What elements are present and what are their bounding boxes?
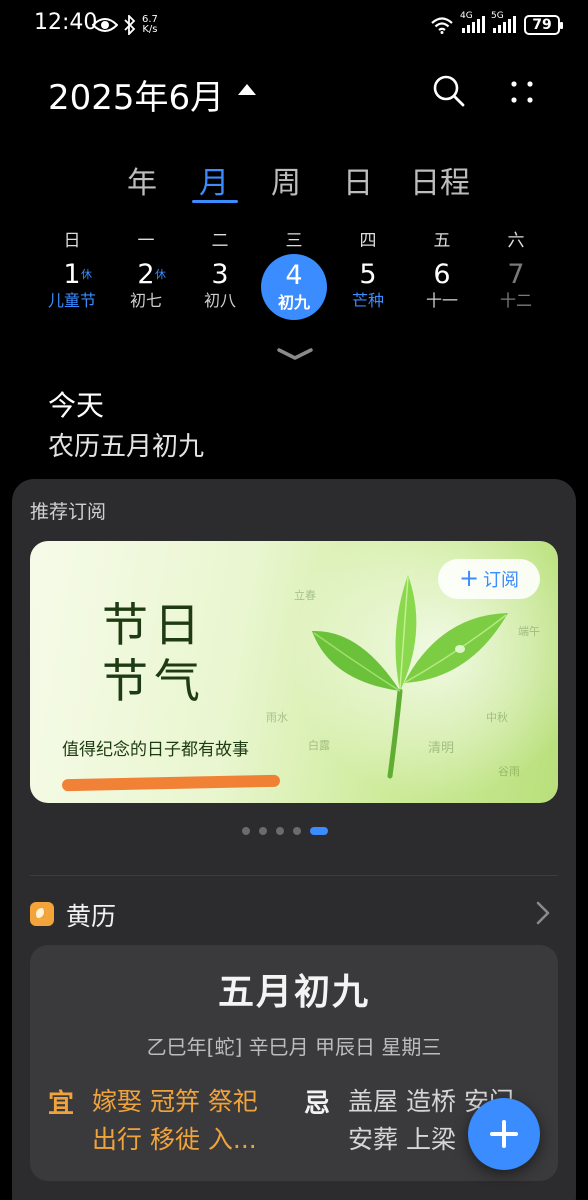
banner-title-line1: 节日	[102, 598, 206, 652]
more-icon[interactable]	[506, 76, 538, 108]
day-lunar: 初九	[277, 293, 310, 312]
banner-title-line2: 节气	[102, 654, 206, 708]
status-time: 12:40	[34, 10, 98, 35]
almanac-ji-tag: 忌	[304, 1089, 331, 1119]
net-speed: 6.7 K/s	[142, 15, 158, 35]
day-cell[interactable]: 6 十一	[409, 258, 475, 318]
cards-panel: 推荐订阅 雨水 白露 清明 谷雨 中秋 端午 立春 节日 节气 值得纪念的日子都…	[12, 479, 576, 1200]
day-number: 2	[137, 259, 155, 290]
chevron-right-icon[interactable]	[534, 899, 552, 927]
search-icon[interactable]	[430, 72, 468, 110]
status-icons-left: 6.7 K/s	[92, 12, 158, 38]
day-lunar: 十二	[499, 291, 532, 310]
tea-leaf-illustration	[312, 575, 508, 779]
battery-icon: 79	[524, 15, 563, 35]
banner-title: 节日 节气	[102, 597, 206, 709]
day-lunar: 儿童节	[47, 291, 96, 310]
tab-schedule[interactable]: 日程	[408, 158, 472, 202]
festival-banner[interactable]: 雨水 白露 清明 谷雨 中秋 端午 立春 节日 节气 值得纪念的日子都有故事 +…	[30, 541, 558, 803]
caret-up-icon[interactable]	[238, 84, 256, 95]
day-number: 3	[211, 259, 229, 290]
weekday-tue: 二	[211, 231, 229, 251]
almanac-title[interactable]: 黄历	[66, 897, 116, 933]
weekday-sat: 六	[507, 231, 525, 251]
today-label: 今天	[48, 389, 105, 422]
day-number: 5	[359, 259, 377, 290]
plus-icon: +	[458, 563, 480, 592]
view-tabs: 年 月 周 日 日程	[0, 150, 588, 210]
status-icons-right: 4G 5G 79	[430, 11, 563, 38]
weekday-wed: 三	[285, 231, 303, 251]
net-speed-unit: K/s	[142, 24, 158, 35]
tab-month[interactable]: 月	[194, 158, 234, 202]
month-title[interactable]: 2025年6月	[48, 70, 224, 119]
almanac-date: 五月初九	[217, 972, 370, 1013]
day-lunar: 芒种	[351, 291, 384, 310]
day-cell[interactable]: 2 休 初七	[113, 258, 179, 318]
subscribe-label: 订阅	[483, 570, 520, 591]
weekday-sun: 日	[63, 231, 81, 251]
subscribe-button[interactable]: + 订阅	[438, 559, 540, 599]
day-cell[interactable]: 3 初八	[187, 258, 253, 318]
day-lunar: 初七	[129, 291, 162, 310]
tab-year[interactable]: 年	[122, 158, 162, 202]
almanac-yi-list: 嫁娶 冠笄 祭祀 出行 移徙 入...	[92, 1087, 258, 1154]
wifi-icon	[431, 17, 453, 34]
pager-dot[interactable]	[242, 827, 250, 835]
day-cell-selected[interactable]: 4 初九	[261, 254, 327, 320]
expand-chevron-icon[interactable]	[276, 346, 314, 362]
recommend-title: 推荐订阅	[30, 501, 107, 523]
status-bar: 12:40 6.7 K/s 4G 5G 79	[0, 0, 588, 52]
day-number: 4	[285, 260, 303, 291]
day-number: 6	[433, 259, 451, 290]
sim1-network-tag: 4G	[460, 11, 473, 21]
sim2-network-tag: 5G	[491, 11, 504, 21]
day-cell[interactable]: 1 休 儿童节	[39, 258, 105, 318]
battery-level: 79	[532, 17, 552, 33]
pager-dot-active[interactable]	[310, 827, 328, 835]
signal-icon-sim2: 5G	[491, 11, 516, 33]
almanac-ganzhi: 乙巳年[蛇] 辛巳月 甲辰日 星期三	[146, 1035, 442, 1059]
eye-icon	[92, 18, 118, 32]
calendar-screen: 12:40 6.7 K/s 4G 5G 79 2025年6月 年 月 周 日 日…	[0, 0, 588, 1200]
today-lunar-date: 农历五月初九	[48, 432, 205, 462]
tab-day[interactable]: 日	[338, 158, 378, 202]
almanac-yi-tag: 宜	[48, 1089, 75, 1119]
orange-scribble	[61, 774, 281, 792]
banner-subtitle: 值得纪念的日子都有故事	[62, 740, 249, 760]
day-cell[interactable]: 5 芒种	[335, 258, 401, 318]
day-cell[interactable]: 7 十二	[483, 258, 549, 318]
bluetooth-icon	[124, 15, 136, 35]
pager-dot[interactable]	[259, 827, 267, 835]
pager-dot[interactable]	[293, 827, 301, 835]
weekday-mon: 一	[137, 231, 155, 251]
day-number: 7	[507, 259, 525, 290]
day-number: 1	[63, 259, 81, 290]
tab-active-indicator	[192, 200, 238, 203]
faint-term: 雨水	[266, 711, 288, 724]
banner-pager[interactable]	[242, 827, 328, 835]
holiday-rest-badge: 休	[81, 268, 92, 281]
almanac-icon	[30, 902, 54, 926]
day-lunar: 初八	[203, 291, 236, 310]
weekday-fri: 五	[433, 231, 451, 251]
tab-week[interactable]: 周	[266, 158, 306, 202]
add-event-button[interactable]	[468, 1098, 540, 1170]
pager-dot[interactable]	[276, 827, 284, 835]
weekday-thu: 四	[359, 231, 377, 251]
section-divider	[30, 875, 558, 876]
day-lunar: 十一	[425, 291, 458, 310]
holiday-rest-badge: 休	[155, 268, 166, 281]
signal-icon-sim1: 4G	[460, 11, 485, 33]
